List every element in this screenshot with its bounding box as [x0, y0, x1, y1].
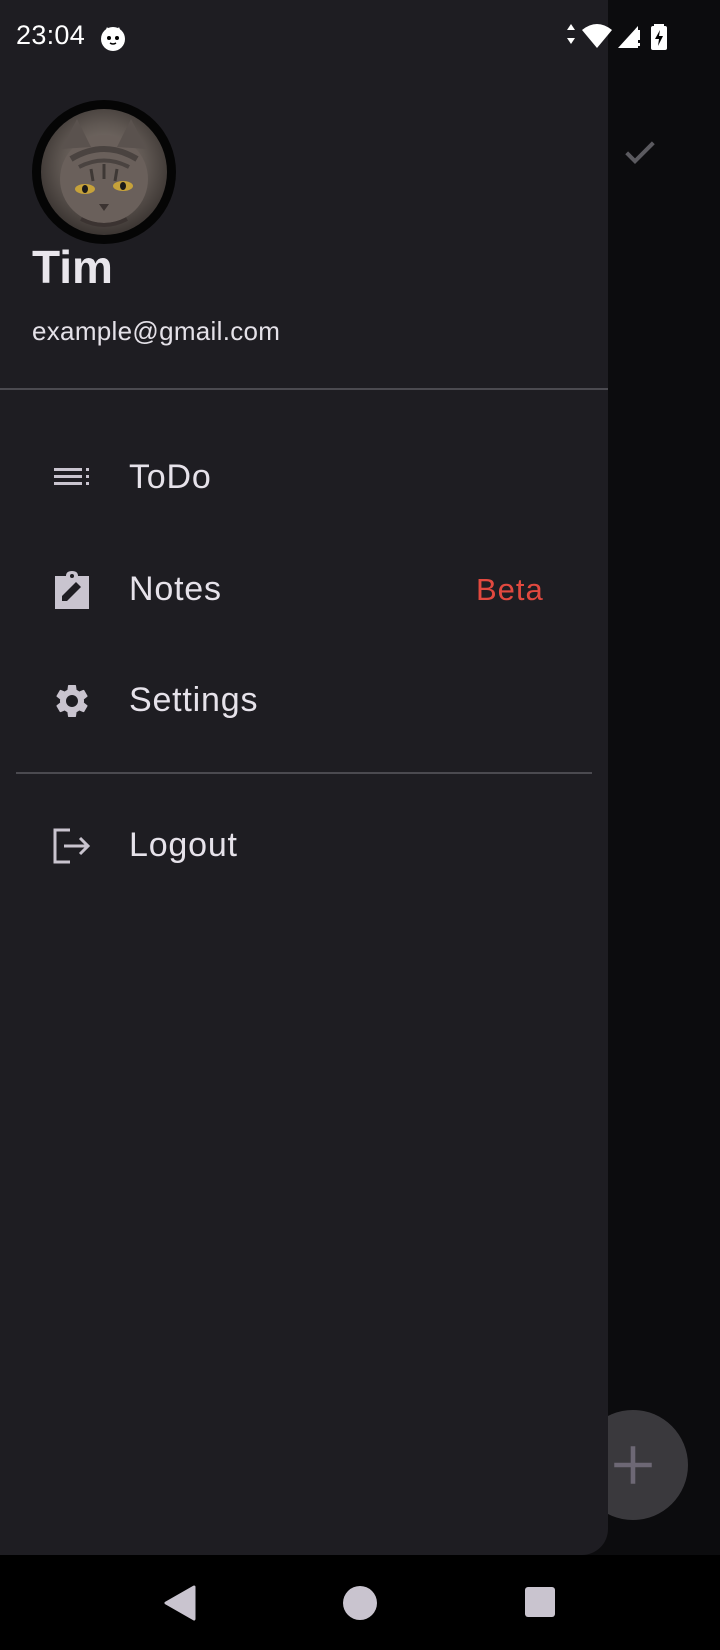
drawer-item-label: ToDo: [129, 458, 212, 496]
navigation-drawer: Tim example@gmail.com ToDo Notes Beta Se…: [0, 0, 608, 1555]
user-email: example@gmail.com: [32, 316, 281, 346]
check-icon[interactable]: [620, 132, 660, 172]
cell-signal-icon: [618, 26, 640, 48]
drawer-item-notes[interactable]: Notes Beta: [0, 540, 608, 640]
data-transfer-icon: [567, 24, 575, 44]
cat-avatar-image: [60, 119, 148, 227]
battery-charging-icon: [651, 24, 667, 50]
drawer-item-settings[interactable]: Settings: [0, 651, 608, 751]
user-name: Tim: [32, 241, 113, 293]
drawer-item-label: Notes: [129, 570, 222, 608]
clipboard-edit-icon: [52, 570, 92, 610]
plus-icon: [614, 1446, 652, 1484]
wifi-icon: [582, 24, 612, 48]
drawer-item-todo[interactable]: ToDo: [0, 428, 608, 528]
menu-divider: [16, 772, 592, 774]
drawer-item-logout[interactable]: Logout: [0, 796, 608, 896]
drawer-item-label: Settings: [129, 681, 259, 719]
recents-icon[interactable]: [524, 1586, 556, 1623]
navigation-bar: [0, 1555, 720, 1650]
status-icons: [566, 20, 676, 52]
list-icon: [52, 458, 92, 498]
drawer-item-label: Logout: [129, 826, 238, 864]
home-icon[interactable]: [342, 1585, 378, 1626]
beta-badge: Beta: [476, 572, 544, 607]
logout-icon: [52, 826, 92, 866]
status-time: 23:04: [16, 20, 86, 50]
header-divider: [0, 388, 608, 390]
cat-icon: [99, 24, 127, 52]
back-icon[interactable]: [162, 1585, 196, 1626]
screen: Tim example@gmail.com ToDo Notes Beta Se…: [0, 0, 720, 1650]
avatar[interactable]: [32, 100, 176, 244]
gear-icon: [52, 681, 92, 721]
status-bar: 23:04: [0, 0, 720, 74]
